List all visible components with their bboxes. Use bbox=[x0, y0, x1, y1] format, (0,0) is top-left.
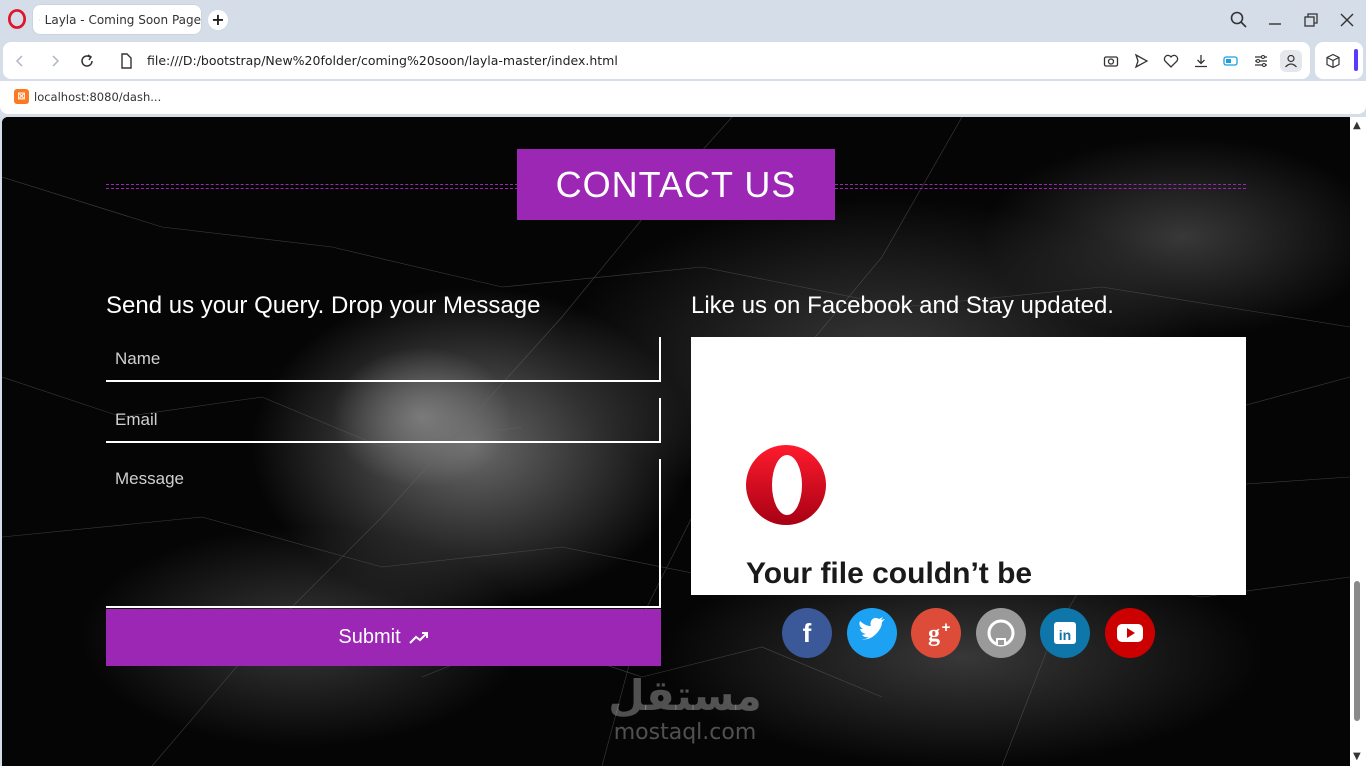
minimize-icon[interactable] bbox=[1265, 10, 1285, 30]
battery-saver-icon[interactable] bbox=[1223, 53, 1239, 69]
bookmark-label: localhost:8080/dash... bbox=[34, 89, 162, 104]
form-heading: Send us your Query. Drop your Message bbox=[106, 292, 541, 319]
mostaql-watermark: مستقل mostaql.com bbox=[600, 672, 770, 746]
scroll-up-icon[interactable]: ▲ bbox=[1353, 120, 1361, 131]
title-rule-right bbox=[835, 184, 1246, 189]
send-icon[interactable] bbox=[1133, 53, 1149, 69]
address-bar: file:///D:/bootstrap/New%20folder/coming… bbox=[3, 42, 1310, 79]
file-error-text: Your file couldn’t be bbox=[746, 557, 1033, 590]
twitter-link[interactable] bbox=[846, 608, 897, 658]
svg-text:f: f bbox=[803, 618, 812, 648]
camera-icon[interactable] bbox=[1103, 53, 1119, 69]
forward-icon[interactable] bbox=[46, 52, 64, 70]
scrollbar-thumb[interactable] bbox=[1354, 581, 1360, 721]
close-icon[interactable] bbox=[1337, 10, 1357, 30]
opera-menu-icon[interactable] bbox=[8, 9, 26, 29]
bookmarks-bar: ⊠ localhost:8080/dash... bbox=[0, 81, 1366, 114]
heart-icon[interactable] bbox=[1163, 53, 1179, 69]
url-text[interactable]: file:///D:/bootstrap/New%20folder/coming… bbox=[147, 53, 618, 68]
search-tabs-icon[interactable] bbox=[1229, 10, 1249, 30]
svg-text:in: in bbox=[1059, 627, 1071, 643]
download-icon[interactable] bbox=[1193, 53, 1209, 69]
restore-icon[interactable] bbox=[1301, 10, 1321, 30]
opera-logo-icon bbox=[746, 445, 826, 525]
youtube-icon bbox=[1116, 624, 1143, 642]
facebook-embed-frame: Your file couldn’t be bbox=[691, 337, 1246, 595]
reload-icon[interactable] bbox=[78, 52, 96, 70]
submit-label: Submit bbox=[338, 626, 401, 648]
easy-setup-icon[interactable] bbox=[1253, 53, 1269, 69]
page-viewport: CONTACT US Send us your Query. Drop your… bbox=[2, 117, 1350, 766]
tab-active[interactable]: Layla - Coming Soon Page bbox=[33, 5, 201, 34]
page-scrollbar[interactable]: ▲ ▼ bbox=[1350, 117, 1366, 766]
bookmark-localhost[interactable]: ⊠ localhost:8080/dash... bbox=[14, 89, 161, 104]
globe-icon bbox=[39, 19, 40, 20]
submit-button[interactable]: Submit bbox=[106, 609, 661, 666]
extensions-area bbox=[1315, 42, 1363, 79]
address-toolbar: file:///D:/bootstrap/New%20folder/coming… bbox=[0, 40, 1366, 81]
github-icon bbox=[987, 619, 1014, 647]
sidebar-indicator[interactable] bbox=[1354, 49, 1358, 71]
scroll-down-icon[interactable]: ▼ bbox=[1353, 751, 1361, 762]
contact-us-title: CONTACT US bbox=[517, 149, 835, 220]
svg-text:+: + bbox=[942, 619, 951, 636]
title-rule-left bbox=[106, 184, 518, 189]
facebook-heading: Like us on Facebook and Stay updated. bbox=[691, 292, 1114, 319]
extensions-cube-icon[interactable] bbox=[1325, 53, 1341, 69]
tab-title: Layla - Coming Soon Page bbox=[44, 12, 201, 27]
tab-bar: Layla - Coming Soon Page + bbox=[0, 0, 1366, 40]
watermark-arabic: مستقل bbox=[608, 671, 762, 720]
linkedin-icon: in bbox=[1054, 622, 1076, 644]
youtube-link[interactable] bbox=[1104, 608, 1155, 658]
twitter-icon bbox=[858, 617, 885, 640]
svg-text:g: g bbox=[928, 621, 940, 647]
facebook-link[interactable]: f bbox=[782, 608, 832, 658]
google-plus-link[interactable]: g + bbox=[911, 608, 961, 658]
xampp-icon: ⊠ bbox=[14, 89, 29, 104]
linkedin-link[interactable]: in bbox=[1040, 608, 1090, 658]
trending-up-icon bbox=[408, 631, 428, 644]
back-icon[interactable] bbox=[11, 52, 29, 70]
github-link[interactable] bbox=[975, 608, 1026, 658]
new-tab-button[interactable]: + bbox=[208, 10, 228, 30]
google-plus-icon: g + bbox=[928, 619, 951, 647]
file-icon bbox=[121, 53, 132, 69]
profile-icon[interactable] bbox=[1280, 50, 1302, 72]
email-input[interactable] bbox=[106, 398, 661, 443]
message-textarea[interactable] bbox=[106, 459, 661, 608]
name-input[interactable] bbox=[106, 337, 661, 382]
facebook-icon: f bbox=[803, 618, 812, 648]
watermark-latin: mostaql.com bbox=[613, 720, 757, 745]
